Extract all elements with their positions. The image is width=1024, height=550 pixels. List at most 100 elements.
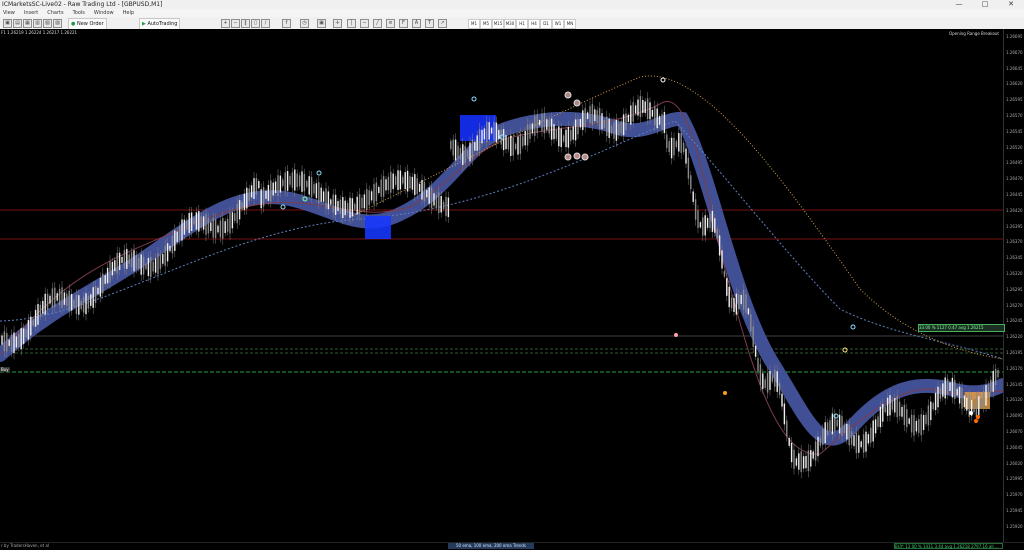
zoom-in-icon[interactable]: + (221, 19, 230, 28)
signal-marker (573, 152, 581, 160)
timeframe-h1[interactable]: H1 (516, 19, 528, 29)
candle (920, 414, 922, 436)
candle (910, 414, 913, 433)
channel-icon[interactable]: ≡ (386, 19, 395, 28)
zoom-out-icon[interactable]: − (231, 19, 240, 28)
timeframe-m30[interactable]: M30 (504, 19, 516, 29)
signal-marker (471, 96, 477, 102)
trendline-icon[interactable]: ╱ (373, 19, 382, 28)
candle (87, 295, 90, 309)
candle (846, 423, 848, 440)
candle (702, 217, 704, 236)
candle (438, 192, 440, 214)
menu-view[interactable]: View (3, 9, 15, 17)
candle (282, 179, 284, 187)
candle (85, 293, 87, 315)
candle (690, 175, 692, 190)
candle (279, 175, 282, 193)
crosshair-icon[interactable]: ✛ (333, 19, 342, 28)
fibo-icon[interactable]: F (399, 19, 408, 28)
bottom-right-text: BUY: 13 00 % 1411 3.44 avg 1.26218 2797.… (894, 543, 1003, 549)
indicators-icon[interactable]: f (282, 19, 291, 28)
close-button[interactable]: ✕ (998, 0, 1024, 9)
timeframe-m1[interactable]: M1 (468, 19, 480, 29)
candle (99, 277, 102, 297)
signal-marker (660, 77, 666, 83)
terminal-icon[interactable]: ▧ (43, 19, 52, 28)
candle (97, 287, 99, 295)
minimize-button[interactable]: — (946, 0, 972, 9)
candle (325, 188, 327, 209)
candle (241, 202, 243, 210)
menu-insert[interactable]: Insert (24, 9, 38, 17)
timeframe-h4[interactable]: H4 (528, 19, 540, 29)
menu-charts[interactable]: Charts (47, 9, 63, 17)
timeframe-m5[interactable]: M5 (480, 19, 492, 29)
candle (262, 187, 265, 207)
menu-window[interactable]: Window (94, 9, 114, 17)
file-icon[interactable]: ▣ (3, 19, 12, 28)
vertical-line-icon[interactable]: │ (347, 19, 356, 28)
candle (721, 250, 723, 269)
candle (481, 129, 483, 144)
line-chart-icon[interactable]: ∕ (261, 19, 270, 28)
chart-icon[interactable]: ▤ (13, 19, 22, 28)
timeframe-w1[interactable]: W1 (552, 19, 564, 29)
candle (997, 369, 999, 378)
candle (1, 335, 3, 345)
horizontal-line-icon[interactable]: ─ (360, 19, 369, 28)
candle (188, 213, 190, 233)
candle (123, 249, 126, 269)
candle (603, 119, 606, 128)
candle (733, 298, 735, 313)
candle (572, 126, 574, 140)
toolbox-icon[interactable]: ▦ (23, 19, 32, 28)
candle (606, 116, 608, 136)
maximize-button[interactable]: □ (972, 0, 998, 9)
candle (207, 217, 210, 234)
candle (932, 403, 934, 410)
candle (889, 395, 891, 416)
menu-tools[interactable]: Tools (73, 9, 85, 17)
tester-icon[interactable]: ▨ (53, 19, 62, 28)
text-icon[interactable]: A (412, 19, 421, 28)
timeframe-mn[interactable]: MN (564, 19, 576, 29)
menu-help[interactable]: Help (123, 9, 134, 17)
candle (454, 139, 457, 161)
candle (978, 396, 980, 416)
candle (685, 148, 687, 164)
candle (133, 250, 135, 272)
candle (10, 334, 13, 352)
candle (397, 170, 399, 190)
arrow-icon[interactable]: ↗ (438, 19, 447, 28)
price-label: 1.25945 (1006, 508, 1023, 513)
period-icon[interactable]: ◷ (300, 19, 309, 28)
price-chart[interactable] (0, 29, 1003, 542)
timeframe-m15[interactable]: M15 (492, 19, 504, 29)
price-label: 1.26095 (1006, 413, 1023, 419)
candle (135, 254, 138, 269)
candle (130, 252, 133, 268)
candle (75, 294, 78, 314)
candle (795, 458, 798, 466)
bar-chart-icon[interactable]: ‖ (241, 19, 250, 28)
candle (536, 114, 538, 133)
chart-header: F1 1.26219 1.26224 1.26217 1.26221 (1, 30, 78, 35)
label-icon[interactable]: T (425, 19, 434, 28)
candle (140, 254, 142, 275)
candle (250, 185, 253, 198)
candle (66, 293, 68, 306)
candle (613, 122, 615, 139)
blue-dotted-trend (0, 120, 1003, 360)
timeframe-d1[interactable]: D1 (540, 19, 552, 29)
candle (946, 379, 949, 395)
templates-icon[interactable]: ▣ (317, 19, 326, 28)
candle (958, 386, 961, 404)
candle (440, 195, 442, 213)
navigator-icon[interactable]: ▥ (33, 19, 42, 28)
candles-icon[interactable]: ▯ (251, 19, 260, 28)
candle (954, 380, 956, 399)
candle (939, 387, 942, 399)
candle (620, 121, 622, 134)
candle (872, 420, 874, 442)
